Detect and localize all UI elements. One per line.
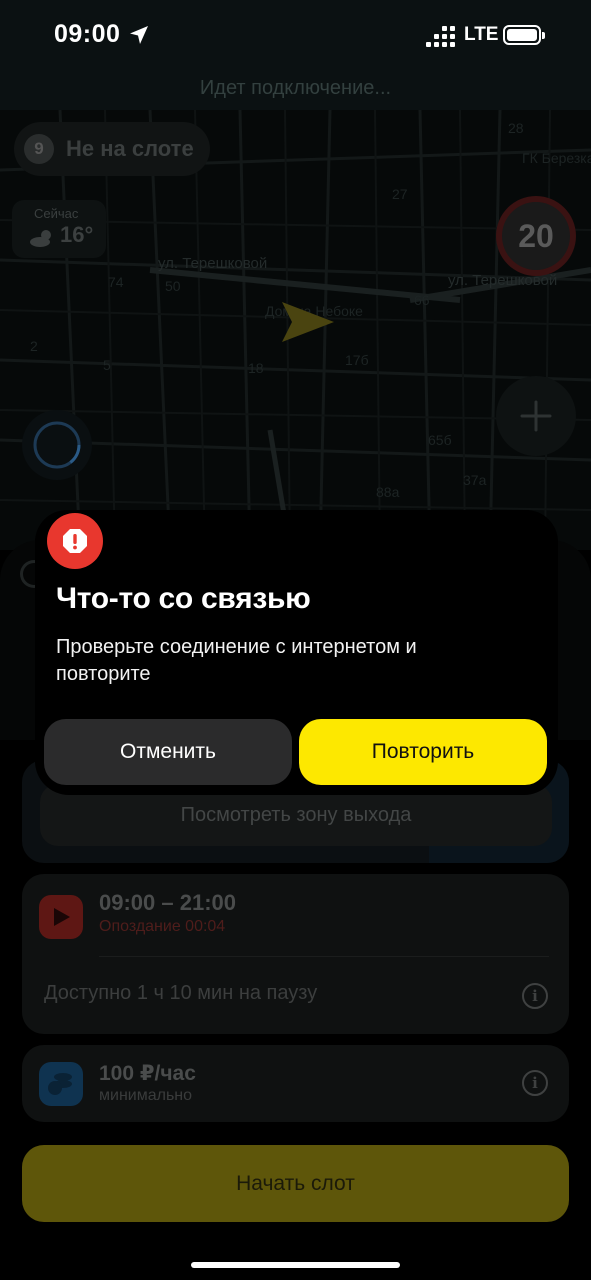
map-district-label: ГК Березка — [522, 150, 591, 166]
map-view[interactable]: ул. Терешковой ул. Терешковой Дом на Неб… — [0, 110, 591, 550]
cancel-button[interactable]: Отменить — [44, 719, 292, 785]
plus-icon — [520, 400, 552, 432]
map-number-label: 28 — [508, 120, 524, 136]
zoom-in-button[interactable] — [496, 376, 576, 456]
shift-late-text: Опоздание 00:04 — [99, 918, 226, 935]
speed-limit-sign: 20 — [496, 196, 576, 276]
compass-icon — [33, 421, 81, 469]
map-number-label: 66 — [414, 292, 430, 308]
map-number-label: 50 — [165, 278, 181, 294]
weather-label: Сейчас — [34, 206, 79, 221]
shift-card: 09:00 – 21:00 Опоздание 00:04 Доступно 1… — [22, 874, 569, 1034]
map-number-label: 2 — [30, 338, 38, 354]
map-number-label: 65б — [428, 432, 452, 448]
map-number-label: 37а — [463, 472, 487, 488]
status-time: 09:00 — [54, 20, 121, 48]
rate-subtitle: минимально — [99, 1087, 193, 1104]
map-number-label: 88а — [376, 484, 400, 500]
slot-status-text: Не на слоте — [66, 136, 194, 161]
retry-button[interactable]: Повторить — [299, 719, 547, 785]
network-type: LTE — [464, 24, 499, 45]
play-icon — [39, 895, 83, 939]
signal-strength-icon — [426, 26, 455, 47]
weather-widget[interactable]: Сейчас 16° — [12, 200, 106, 258]
dialog-title: Что-то со связью — [56, 582, 311, 615]
map-number-label: 27 — [392, 186, 408, 202]
rate-card: 100 ₽/час минимально i — [22, 1045, 569, 1122]
map-number-label: 17б — [345, 352, 369, 368]
slot-status-chip[interactable]: 9 Не на слоте — [14, 122, 210, 176]
divider — [99, 956, 549, 957]
coins-icon — [39, 1062, 83, 1106]
temperature-value: 16° — [60, 222, 94, 247]
compass-button[interactable] — [22, 410, 92, 480]
connection-error-dialog: Что-то со связью Проверьте соединение с … — [35, 510, 558, 795]
map-number-label: 5 — [103, 357, 111, 373]
map-number-label: 18 — [248, 360, 264, 376]
home-indicator[interactable] — [191, 1262, 400, 1268]
status-bar: 09:00 LTE — [0, 0, 591, 72]
rate-value: 100 ₽/час — [99, 1062, 196, 1085]
speed-limit-value: 20 — [502, 202, 570, 270]
map-number-label: 74 — [108, 274, 124, 290]
dialog-message: Проверьте соединение с интернетом и повт… — [56, 636, 417, 685]
slot-number: 9 — [24, 134, 54, 164]
info-icon[interactable]: i — [522, 1070, 548, 1096]
cloud-sun-icon — [30, 230, 51, 247]
map-street-label: ул. Терешковой — [158, 255, 268, 272]
connecting-banner: Идет подключение... — [0, 72, 591, 110]
start-slot-button[interactable]: Начать слот — [22, 1145, 569, 1222]
battery-icon — [503, 25, 545, 45]
info-icon[interactable]: i — [522, 983, 548, 1009]
shift-time-range: 09:00 – 21:00 — [99, 890, 236, 915]
pause-available-text: Доступно 1 ч 10 мин на паузу — [44, 982, 318, 1004]
navigation-arrow-icon — [282, 302, 334, 342]
location-arrow-icon — [130, 26, 148, 44]
alert-icon — [47, 513, 103, 569]
